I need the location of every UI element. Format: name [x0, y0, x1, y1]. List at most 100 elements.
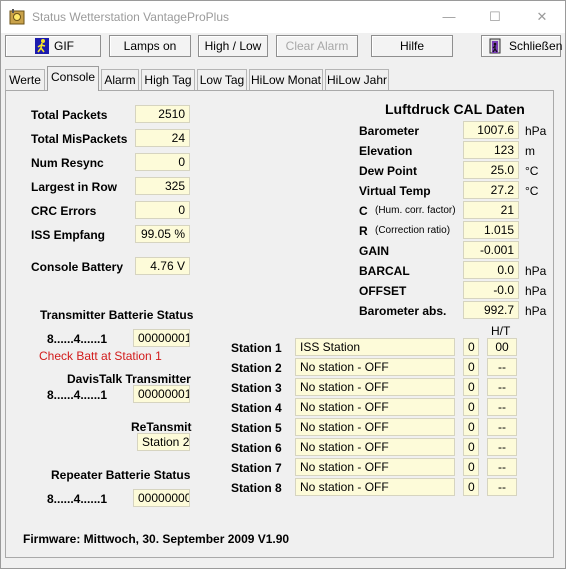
barometer-unit: hPa — [525, 124, 547, 138]
tab-hilow-jahr[interactable]: HiLow Jahr — [325, 69, 389, 91]
offset-value: -0.0 — [463, 281, 519, 299]
station-name: No station - OFF — [295, 458, 455, 476]
total-mispackets-label: Total MisPackets — [31, 132, 128, 146]
station-ht: 00 — [487, 338, 517, 356]
dew-point-value: 25.0 — [463, 161, 519, 179]
dew-point-label: Dew Point — [359, 164, 418, 178]
station-count: 0 — [463, 398, 479, 416]
app-window: Status Wetterstation VantageProPlus — ☐ … — [0, 0, 566, 569]
station-label: Station 1 — [231, 341, 282, 355]
station-label: Station 3 — [231, 381, 282, 395]
offset-unit: hPa — [525, 284, 547, 298]
elevation-label: Elevation — [359, 144, 413, 158]
running-man-icon — [35, 38, 49, 54]
tab-hilow-monat[interactable]: HiLow Monat — [249, 69, 323, 91]
station-ht: -- — [487, 438, 517, 456]
station-ht: -- — [487, 398, 517, 416]
title-bar: Status Wetterstation VantageProPlus — ☐ … — [1, 1, 565, 33]
schliessen-label: Schließen — [509, 39, 563, 53]
davistalk-bits-label: 8......4......1 — [47, 388, 108, 402]
station-ht: -- — [487, 358, 517, 376]
iss-empfang-label: ISS Empfang — [31, 228, 106, 242]
station-count: 0 — [463, 418, 479, 436]
barcal-value: 0.0 — [463, 261, 519, 279]
station-ht: -- — [487, 378, 517, 396]
barcal-label: BARCAL — [359, 264, 410, 278]
station-count: 0 — [463, 478, 479, 496]
station-ht: -- — [487, 478, 517, 496]
station-name: No station - OFF — [295, 438, 455, 456]
station-label: Station 7 — [231, 461, 282, 475]
station-label: Station 6 — [231, 441, 282, 455]
transmitter-bits-label: 8......4......1 — [47, 332, 108, 346]
num-resync-label: Num Resync — [31, 156, 104, 170]
barometer-abs-label: Barometer abs. — [359, 304, 447, 318]
station-name: No station - OFF — [295, 478, 455, 496]
window-title: Status Wetterstation VantageProPlus — [32, 10, 229, 24]
lamps-on-button[interactable]: Lamps on — [109, 35, 191, 57]
total-mispackets-value: 24 — [135, 129, 190, 147]
station-ht: -- — [487, 458, 517, 476]
station-label: Station 2 — [231, 361, 282, 375]
hilfe-button[interactable]: Hilfe — [371, 35, 453, 57]
maximize-button[interactable]: ☐ — [472, 1, 518, 33]
gif-button[interactable]: GIF — [5, 35, 101, 57]
r-sublabel: (Correction ratio) — [375, 225, 451, 236]
station-label: Station 5 — [231, 421, 282, 435]
gain-label: GAIN — [359, 244, 389, 258]
high-low-button[interactable]: High / Low — [198, 35, 268, 57]
largest-in-row-value: 325 — [135, 177, 190, 195]
station-label: Station 8 — [231, 481, 282, 495]
station-count: 0 — [463, 358, 479, 376]
firmware-label: Firmware: Mittwoch, 30. September 2009 V… — [23, 532, 290, 546]
crc-errors-value: 0 — [135, 201, 190, 219]
station-label: Station 4 — [231, 401, 282, 415]
c-value: 21 — [463, 201, 519, 219]
console-battery-value: 4.76 V — [135, 257, 190, 275]
barometer-abs-value: 992.7 — [463, 301, 519, 319]
virtual-temp-label: Virtual Temp — [359, 184, 431, 198]
tab-console[interactable]: Console — [47, 66, 99, 91]
davistalk-value: 00000001 — [133, 385, 190, 403]
schliessen-button[interactable]: Schließen — [481, 35, 563, 57]
r-label: R — [359, 224, 368, 238]
console-battery-label: Console Battery — [31, 260, 124, 274]
c-sublabel: (Hum. corr. factor) — [375, 205, 456, 216]
dew-point-unit: °C — [525, 164, 539, 178]
gain-value: -0.001 — [463, 241, 519, 259]
tab-werte[interactable]: Werte — [5, 69, 45, 91]
tab-high-tag[interactable]: High Tag — [141, 69, 195, 91]
close-button[interactable]: ✕ — [519, 1, 565, 33]
r-value: 1.015 — [463, 221, 519, 239]
elevation-unit: m — [525, 144, 535, 158]
exit-door-icon — [489, 38, 501, 54]
largest-in-row-label: Largest in Row — [31, 180, 118, 194]
minimize-button[interactable]: — — [426, 1, 472, 33]
tab-alarm[interactable]: Alarm — [101, 69, 139, 91]
barometer-abs-unit: hPa — [525, 304, 547, 318]
station-name: ISS Station — [295, 338, 455, 356]
transmitter-heading: Transmitter Batterie Status — [40, 308, 194, 322]
station-count: 0 — [463, 338, 479, 356]
station-name: No station - OFF — [295, 358, 455, 376]
station-name: No station - OFF — [295, 378, 455, 396]
num-resync-value: 0 — [135, 153, 190, 171]
station-ht: -- — [487, 418, 517, 436]
total-packets-label: Total Packets — [31, 108, 108, 122]
repeater-value: 00000000 — [133, 489, 190, 507]
gif-label: GIF — [54, 39, 74, 53]
station-count: 0 — [463, 378, 479, 396]
cal-heading: Luftdruck CAL Daten — [385, 101, 525, 117]
barcal-unit: hPa — [525, 264, 547, 278]
clear-alarm-button[interactable]: Clear Alarm — [276, 35, 358, 57]
weather-station-icon — [9, 9, 25, 25]
elevation-value: 123 — [463, 141, 519, 159]
total-packets-value: 2510 — [135, 105, 190, 123]
retransmit-heading: ReTansmit — [131, 420, 192, 434]
station-name: No station - OFF — [295, 418, 455, 436]
barometer-label: Barometer — [359, 124, 420, 138]
tab-low-tag[interactable]: Low Tag — [197, 69, 247, 91]
crc-errors-label: CRC Errors — [31, 204, 97, 218]
ht-header: H/T — [491, 324, 511, 338]
davistalk-heading: DavisTalk Transmitter — [67, 372, 191, 386]
